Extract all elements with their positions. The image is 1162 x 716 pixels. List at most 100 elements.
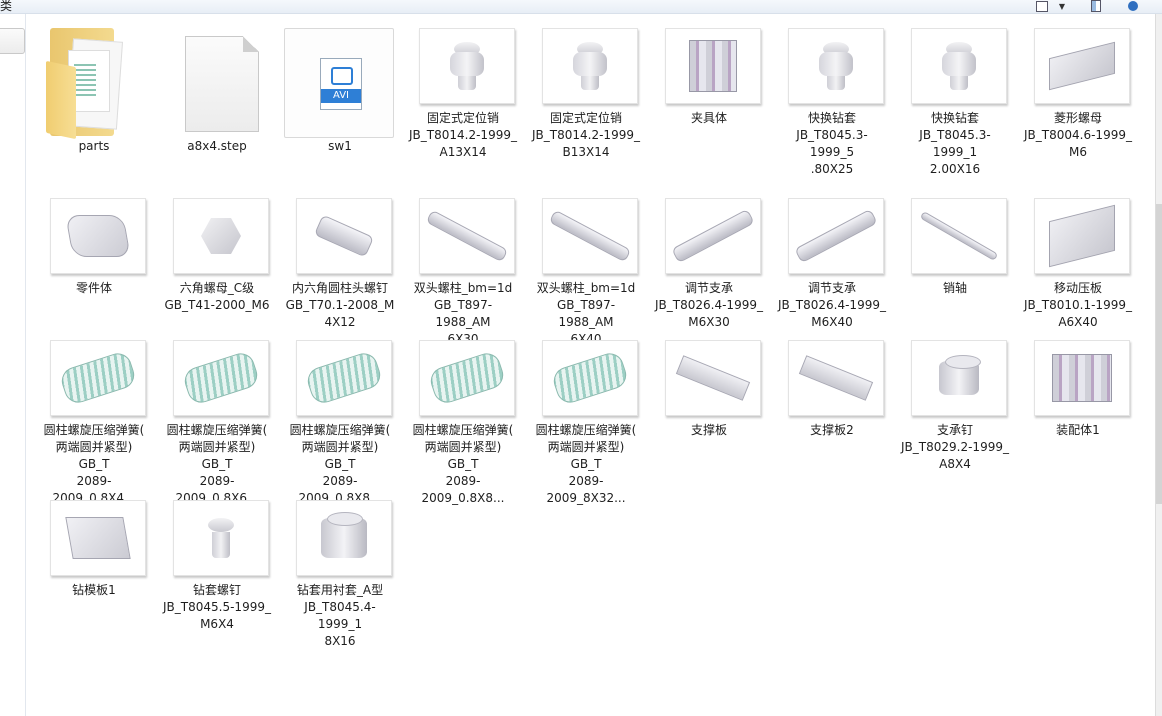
preview-pane-button[interactable] bbox=[1088, 0, 1104, 12]
file-name: parts bbox=[78, 139, 110, 153]
file-item[interactable]: 零件体 bbox=[38, 198, 150, 338]
file-name: 双头螺柱_bm=1d GB_T897-1988_AM 6X30 bbox=[413, 281, 513, 346]
file-item[interactable]: 销轴 bbox=[899, 198, 1011, 338]
spring-thumbnail bbox=[173, 340, 269, 416]
file-item[interactable]: parts bbox=[38, 28, 150, 168]
socket-screw-thumbnail bbox=[296, 198, 392, 274]
spring-thumbnail bbox=[50, 340, 146, 416]
file-item[interactable]: 移动压板 JB_T8010.1-1999_ A6X40 bbox=[1022, 198, 1134, 338]
file-name: 快换钻套 JB_T8045.3-1999_5 .80X25 bbox=[796, 111, 868, 176]
preview-pane-icon bbox=[1091, 0, 1101, 12]
spring-thumbnail bbox=[419, 340, 515, 416]
drill-bushing-thumbnail bbox=[788, 28, 884, 104]
file-name: 钻模板1 bbox=[72, 583, 116, 597]
file-name: 圆柱螺旋压缩弹簧( 两端圆并紧型) GB_T 2089-2009_0.8X8..… bbox=[412, 423, 514, 505]
file-name: 圆柱螺旋压缩弹簧( 两端圆并紧型) GB_T 2089-2009_8X32... bbox=[535, 423, 637, 505]
file-name: 支撑板 bbox=[690, 423, 727, 437]
support-plate-thumbnail bbox=[788, 340, 884, 416]
window-title-fragment: 类 bbox=[0, 0, 13, 13]
support-plate-thumbnail bbox=[665, 340, 761, 416]
spring-thumbnail bbox=[542, 340, 638, 416]
file-item[interactable]: 夹具体 bbox=[653, 28, 765, 168]
file-name: 圆柱螺旋压缩弹簧( 两端圆并紧型) GB_T 2089-2009_0.8X6..… bbox=[166, 423, 268, 505]
file-name: 销轴 bbox=[942, 281, 967, 295]
locating-pin-thumbnail bbox=[419, 28, 515, 104]
file-name: 菱形螺母 JB_T8004.6-1999_ M6 bbox=[1024, 111, 1132, 159]
spring-thumbnail bbox=[296, 340, 392, 416]
file-name: 钻套螺钉 JB_T8045.5-1999_ M6X4 bbox=[163, 583, 271, 631]
hex-nut-thumbnail bbox=[173, 198, 269, 274]
file-name: 圆柱螺旋压缩弹簧( 两端圆并紧型) GB_T 2089-2009_0.8X8..… bbox=[289, 423, 391, 505]
file-item[interactable]: 圆柱螺旋压缩弹簧( 两端圆并紧型) GB_T 2089-2009_0.8X8..… bbox=[284, 340, 396, 505]
file-item[interactable]: 快换钻套 JB_T8045.3-1999_1 2.00X16 bbox=[899, 28, 1011, 176]
pin-shaft-thumbnail bbox=[911, 198, 1007, 274]
stud-thumbnail bbox=[419, 198, 515, 274]
navigation-pane bbox=[0, 14, 26, 716]
file-item[interactable]: 钻套螺钉 JB_T8045.5-1999_ M6X4 bbox=[161, 500, 273, 640]
file-item[interactable]: 支撑板2 bbox=[776, 340, 888, 480]
file-name: sw1 bbox=[328, 139, 352, 153]
avi-video-icon: AVI bbox=[320, 58, 362, 110]
bushing-screw-thumbnail bbox=[173, 500, 269, 576]
file-item[interactable]: 圆柱螺旋压缩弹簧( 两端圆并紧型) GB_T 2089-2009_0.8X6..… bbox=[161, 340, 273, 505]
file-item[interactable]: 圆柱螺旋压缩弹簧( 两端圆并紧型) GB_T 2089-2009_0.8X4..… bbox=[38, 340, 150, 505]
scrollbar-thumb[interactable] bbox=[1156, 204, 1162, 504]
file-name: 支承钉 JB_T8029.2-1999_ A8X4 bbox=[901, 423, 1009, 471]
file-item[interactable]: 内六角圆柱头螺钉 GB_T70.1-2008_M 4X12 bbox=[284, 198, 396, 338]
file-name: 固定式定位销 JB_T8014.2-1999_ A13X14 bbox=[409, 111, 517, 159]
file-name: 支撑板2 bbox=[810, 423, 854, 437]
file-name: 快换钻套 JB_T8045.3-1999_1 2.00X16 bbox=[919, 111, 991, 176]
file-item[interactable]: 双头螺柱_bm=1d GB_T897-1988_AM 6X30 bbox=[407, 198, 519, 346]
part-body-thumbnail bbox=[50, 198, 146, 274]
file-item[interactable]: 六角螺母_C级 GB_T41-2000_M6 bbox=[161, 198, 273, 338]
folder-icon bbox=[46, 28, 124, 140]
file-name: 夹具体 bbox=[690, 111, 727, 125]
chevron-down-icon: ▼ bbox=[1058, 1, 1066, 11]
liner-bushing-thumbnail bbox=[296, 500, 392, 576]
help-button[interactable] bbox=[1126, 0, 1140, 12]
file-item[interactable]: 支承钉 JB_T8029.2-1999_ A8X4 bbox=[899, 340, 1011, 480]
file-name: 双头螺柱_bm=1d GB_T897-1988_AM 6X40 bbox=[536, 281, 636, 346]
file-item[interactable]: 固定式定位销 JB_T8014.2-1999_ B13X14 bbox=[530, 28, 642, 168]
view-options-button[interactable] bbox=[1034, 0, 1050, 12]
drill-bushing-thumbnail bbox=[911, 28, 1007, 104]
file-item[interactable]: a8x4.step bbox=[161, 28, 273, 168]
adjust-support-thumbnail bbox=[665, 198, 761, 274]
diamond-nut-thumbnail bbox=[1034, 28, 1130, 104]
nav-pane-button[interactable] bbox=[0, 28, 25, 54]
file-item[interactable]: 调节支承 JB_T8026.4-1999_ M6X30 bbox=[653, 198, 765, 338]
jig-plate-thumbnail bbox=[50, 500, 146, 576]
file-item[interactable]: 快换钻套 JB_T8045.3-1999_5 .80X25 bbox=[776, 28, 888, 176]
avi-badge: AVI bbox=[321, 89, 361, 103]
vertical-scrollbar[interactable] bbox=[1155, 14, 1162, 716]
file-item[interactable]: 钻套用衬套_A型 JB_T8045.4-1999_1 8X16 bbox=[284, 500, 396, 648]
file-item[interactable]: 双头螺柱_bm=1d GB_T897-1988_AM 6X40 bbox=[530, 198, 642, 346]
file-name: 调节支承 JB_T8026.4-1999_ M6X40 bbox=[778, 281, 886, 329]
file-item[interactable]: 支撑板 bbox=[653, 340, 765, 480]
file-name: a8x4.step bbox=[187, 139, 247, 153]
file-name: 圆柱螺旋压缩弹簧( 两端圆并紧型) GB_T 2089-2009_0.8X4..… bbox=[43, 423, 145, 505]
file-item[interactable]: 圆柱螺旋压缩弹簧( 两端圆并紧型) GB_T 2089-2009_0.8X8..… bbox=[407, 340, 519, 505]
clamp-plate-thumbnail bbox=[1034, 198, 1130, 274]
command-bar: 类 ▼ bbox=[0, 0, 1162, 14]
file-item[interactable]: 钻模板1 bbox=[38, 500, 150, 640]
file-name: 六角螺母_C级 GB_T41-2000_M6 bbox=[164, 281, 270, 312]
assembly-thumbnail bbox=[1034, 340, 1130, 416]
adjust-support-thumbnail bbox=[788, 198, 884, 274]
file-name: 固定式定位销 JB_T8014.2-1999_ B13X14 bbox=[532, 111, 640, 159]
stud-thumbnail bbox=[542, 198, 638, 274]
view-options-icon bbox=[1036, 0, 1048, 12]
file-item[interactable]: 圆柱螺旋压缩弹簧( 两端圆并紧型) GB_T 2089-2009_8X32... bbox=[530, 340, 642, 505]
file-item[interactable]: 固定式定位销 JB_T8014.2-1999_ A13X14 bbox=[407, 28, 519, 168]
view-dropdown-button[interactable]: ▼ bbox=[1056, 0, 1068, 12]
file-item[interactable]: 调节支承 JB_T8026.4-1999_ M6X40 bbox=[776, 198, 888, 338]
file-item[interactable]: AVI sw1 bbox=[284, 28, 396, 168]
file-name: 装配体1 bbox=[1056, 423, 1100, 437]
file-name: 内六角圆柱头螺钉 GB_T70.1-2008_M 4X12 bbox=[285, 281, 395, 329]
file-item[interactable]: 装配体1 bbox=[1022, 340, 1134, 480]
file-item[interactable]: 菱形螺母 JB_T8004.6-1999_ M6 bbox=[1022, 28, 1134, 168]
locating-pin-thumbnail bbox=[542, 28, 638, 104]
file-name: 调节支承 JB_T8026.4-1999_ M6X30 bbox=[655, 281, 763, 329]
file-name: 移动压板 JB_T8010.1-1999_ A6X40 bbox=[1024, 281, 1132, 329]
support-pin-thumbnail bbox=[911, 340, 1007, 416]
